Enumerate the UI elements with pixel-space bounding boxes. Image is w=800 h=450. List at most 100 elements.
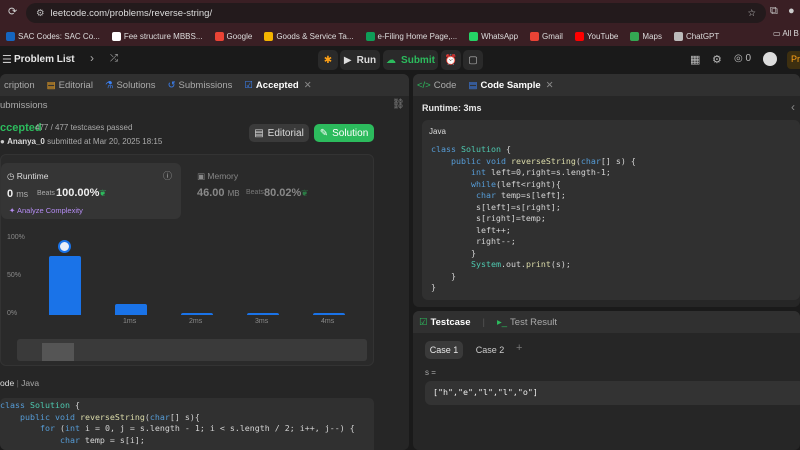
- y-tick-label: 0%: [7, 310, 18, 317]
- memory-chip-icon: ▣: [197, 171, 206, 181]
- tab-submissions[interactable]: ↺ Submissions: [168, 80, 233, 91]
- shuffle-icon[interactable]: ⤮: [110, 53, 118, 64]
- sample-code[interactable]: class Solution { public void reverseStri…: [431, 144, 636, 294]
- runtime-card[interactable]: ◷ Runtime ⓘ 0 ms Beats 100.00% ❦ ✦ Analy…: [1, 163, 181, 219]
- menu-list-icon[interactable]: ☰: [2, 53, 12, 66]
- code-line: char temp = s[i];: [59, 434, 145, 445]
- solution-button[interactable]: ✎ Solution: [314, 124, 374, 142]
- sample-language: Java: [429, 127, 446, 136]
- chart-bar[interactable]: [313, 312, 345, 315]
- memory-beats-label: Beats: [246, 189, 264, 196]
- y-tick-label: 100%: [7, 234, 25, 241]
- site-info-icon[interactable]: ⚙: [36, 8, 45, 19]
- editorial-button[interactable]: ▤ Editorial: [249, 124, 309, 142]
- tab-code[interactable]: </> Code: [417, 80, 456, 91]
- submit-button[interactable]: ☁ Submit: [383, 50, 438, 70]
- note-icon: ▢: [468, 54, 478, 66]
- chart-bar[interactable]: [115, 304, 147, 315]
- bookmark-item[interactable]: Maps: [630, 31, 662, 41]
- bookmark-star-icon[interactable]: ☆: [747, 8, 756, 19]
- premium-button[interactable]: Pr: [787, 51, 800, 69]
- run-button[interactable]: ▶ Run: [340, 50, 380, 70]
- edit-icon: ✎: [319, 127, 329, 139]
- reload-icon[interactable]: ⟳: [8, 5, 17, 18]
- bookmark-item[interactable]: WhatsApp: [469, 31, 518, 41]
- debug-button[interactable]: ✱: [318, 50, 338, 70]
- close-icon[interactable]: ✕: [304, 80, 312, 91]
- code-line: int left=0,right=s.length-1;: [470, 167, 611, 177]
- code-line: class Solution {: [0, 400, 80, 410]
- leaf-icon: ❦: [99, 188, 107, 198]
- notes-button[interactable]: ▢: [463, 50, 483, 70]
- cloud-upload-icon: ☁: [386, 54, 397, 66]
- bookmark-favicon-icon: [630, 31, 640, 41]
- info-icon[interactable]: ⓘ: [163, 169, 172, 182]
- bookmark-item[interactable]: SAC Codes: SAC Co...: [6, 31, 100, 41]
- runtime-beats: 100.00%: [56, 187, 100, 199]
- bookmark-favicon-icon: [530, 31, 540, 41]
- next-problem-icon[interactable]: ›: [90, 51, 94, 65]
- bookmark-item[interactable]: e-Filing Home Page,...: [365, 31, 457, 41]
- chart-bar[interactable]: [247, 312, 279, 315]
- code-panel: </> Code ▤ Code Sample ✕ Runtime: 3ms ‹ Jav…: [413, 74, 800, 307]
- tab-test-result[interactable]: ▸_ Test Result: [497, 317, 557, 328]
- bookmark-favicon-icon: [574, 31, 584, 41]
- folder-icon: ▭: [773, 29, 783, 38]
- slider-handle[interactable]: [42, 343, 74, 361]
- address-bar[interactable]: ⚙ leetcode.com/problems/reverse-string/ …: [26, 3, 766, 23]
- code-line: System.out.print(s);: [470, 259, 571, 269]
- tab-accepted[interactable]: ☑ Accepted ✕: [244, 80, 311, 91]
- case-2-tab[interactable]: Case 2: [471, 341, 509, 359]
- case-1-tab[interactable]: Case 1: [425, 341, 463, 359]
- code-brackets-icon: </>: [417, 79, 431, 91]
- settings-gear-icon[interactable]: ⚙: [712, 53, 722, 66]
- flame-icon: ◎: [734, 53, 743, 64]
- bookmark-item[interactable]: ChatGPT: [673, 31, 719, 41]
- x-tick-label: 2ms: [189, 318, 203, 325]
- bookmark-item[interactable]: Goods & Service Ta...: [264, 31, 354, 41]
- problem-list-link[interactable]: Problem List: [14, 54, 75, 65]
- code-line: s[right]=temp;: [431, 213, 546, 223]
- close-icon[interactable]: ✕: [546, 80, 554, 91]
- collapse-icon[interactable]: ‹: [791, 100, 795, 114]
- analyze-complexity-link[interactable]: ✦ Analyze Complexity: [9, 206, 83, 215]
- code-line: left++;: [431, 224, 511, 235]
- bookmark-favicon-icon: [264, 31, 274, 41]
- input-value-field[interactable]: ["h","e","l","l","o"]: [425, 381, 800, 405]
- share-link-icon[interactable]: ⛓: [392, 99, 405, 110]
- chart-bar[interactable]: [181, 312, 213, 315]
- bookmark-item[interactable]: Fee structure MBBS...: [111, 31, 203, 41]
- code-line: s[left]=s[right];: [431, 201, 561, 212]
- tab-testcase[interactable]: ☑ Testcase: [419, 317, 471, 328]
- avatar[interactable]: [763, 52, 777, 66]
- flask-icon: ⚗: [104, 79, 114, 91]
- timer-button[interactable]: ⏰: [441, 50, 461, 70]
- coins-display[interactable]: ◎ 0: [734, 53, 751, 64]
- left-panel: cription ▤ Editorial ⚗ Solutions ↺ Submissi…: [0, 74, 409, 450]
- runtime-beats-label: Beats: [37, 190, 55, 197]
- prev-problem-icon[interactable]: ‹: [68, 51, 72, 65]
- book-icon: ▤: [254, 127, 264, 139]
- extensions-icon[interactable]: ⧉: [770, 5, 778, 18]
- range-slider[interactable]: [17, 339, 367, 361]
- app-header: ☰ Problem List ‹ › ⤮ ✱ ▶ Run ☁ Submit ⏰ ▢ …: [0, 46, 800, 74]
- all-bookmarks[interactable]: ▭ All B: [773, 29, 799, 38]
- bookmark-item[interactable]: Gmail: [530, 31, 563, 41]
- tab-editorial[interactable]: ▤ Editorial: [47, 80, 93, 91]
- add-case-button[interactable]: +: [516, 342, 522, 354]
- bookmarks-bar: SAC Codes: SAC Co... Fee structure MBBS..…: [0, 26, 800, 46]
- bookmark-item[interactable]: YouTube: [574, 31, 618, 41]
- layout-icon[interactable]: ▦: [690, 53, 700, 66]
- submissions-back-link[interactable]: ubmissions: [0, 100, 48, 111]
- terminal-icon: ▸_: [496, 316, 508, 328]
- chart-bar[interactable]: [49, 256, 81, 315]
- profile-icon[interactable]: ●: [788, 5, 795, 17]
- memory-label[interactable]: ▣ Memory: [197, 171, 238, 182]
- user-icon: ●: [0, 137, 5, 146]
- tab-code-sample[interactable]: ▤ Code Sample ✕: [468, 80, 553, 91]
- submitted-code[interactable]: class Solution { public void reverseStri…: [0, 398, 374, 450]
- tab-solutions[interactable]: ⚗ Solutions: [105, 80, 156, 91]
- code-line: for (int i = 0, j = s.length - 1; i < s.…: [39, 423, 355, 433]
- bookmark-item[interactable]: Google: [214, 31, 252, 41]
- tab-description[interactable]: cription: [4, 80, 35, 91]
